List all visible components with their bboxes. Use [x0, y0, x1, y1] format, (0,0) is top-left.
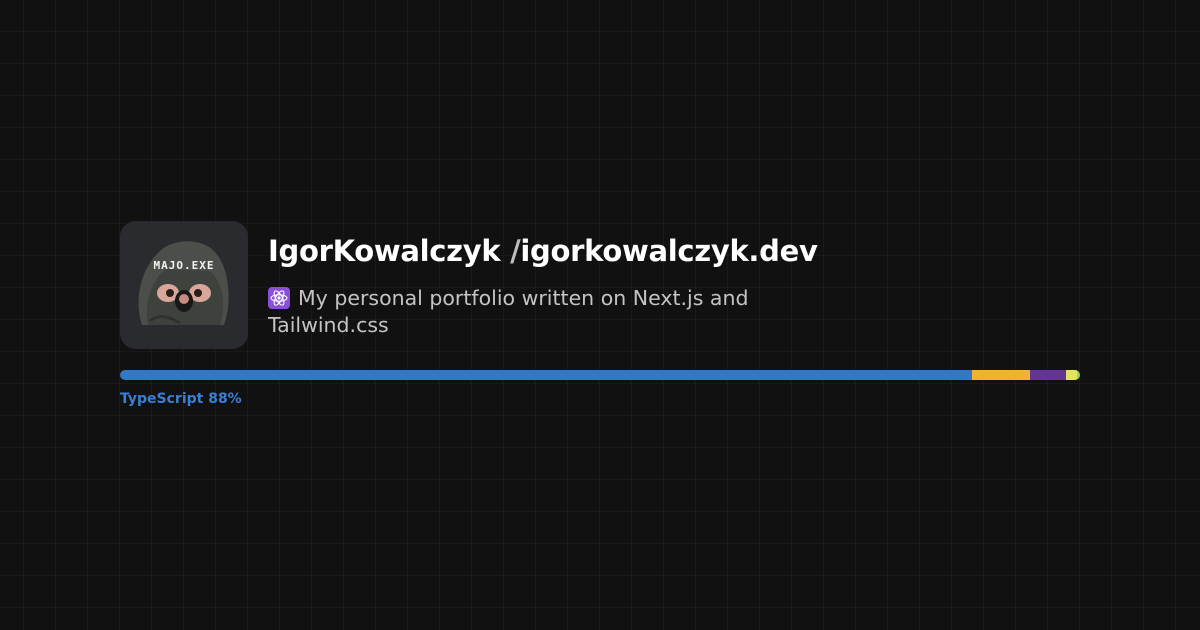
repo-avatar: MAJO.EXE	[120, 221, 248, 349]
language-segment	[120, 370, 973, 380]
language-segment	[1077, 370, 1080, 380]
react-atom-icon	[268, 287, 290, 309]
repo-description: My personal portfolio written on Next.js…	[268, 285, 868, 339]
repo-name: igorkowalczyk.dev	[520, 234, 818, 268]
language-segment	[1030, 370, 1066, 380]
avatar-text: MAJO.EXE	[153, 259, 215, 272]
repo-description-text: My personal portfolio written on Next.js…	[268, 286, 749, 337]
hooded-bird-avatar-icon	[120, 221, 248, 349]
language-segment	[972, 370, 1031, 380]
language-bar	[120, 370, 1080, 380]
language-label: TypeScript 88%	[120, 391, 242, 407]
repo-owner: IgorKowalczyk	[268, 234, 501, 268]
repo-title[interactable]: IgorKowalczyk /igorkowalczyk.dev	[268, 231, 818, 271]
language-segment	[1065, 370, 1078, 380]
repo-separator: /	[510, 234, 521, 268]
